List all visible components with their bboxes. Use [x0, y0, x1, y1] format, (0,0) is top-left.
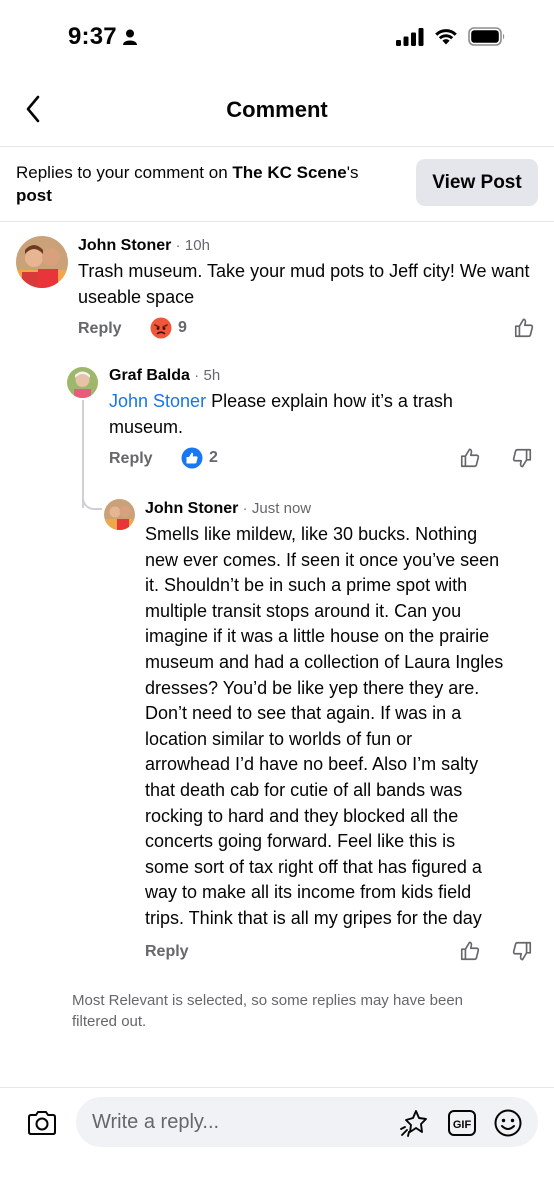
avatar[interactable] — [104, 499, 135, 530]
comment-line: new ever comes. If seen it once you’ve s… — [145, 549, 500, 570]
comment-time: 5h — [203, 367, 221, 384]
emoji-button[interactable] — [492, 1107, 524, 1139]
thumbs-down-icon — [512, 941, 532, 961]
gif-label: GIF — [453, 1119, 472, 1131]
comment-header: Graf Balda · 5h — [109, 367, 220, 385]
reaction-summary[interactable]: 2 — [181, 447, 218, 469]
banner-prefix: Replies to your comment on — [16, 163, 233, 182]
comment-line: dresses? You’d be like yep there they ar… — [145, 677, 480, 698]
emoji-icon — [494, 1109, 522, 1137]
status-bar: 9:37 — [0, 0, 554, 76]
comment-line: arrowhead I’d have no beef. Also I’m sal… — [145, 754, 479, 775]
thread-connector — [82, 490, 102, 510]
gif-button[interactable]: GIF — [446, 1107, 478, 1139]
comment-line: location similar to worlds of fun or — [145, 728, 413, 749]
comment-time: 10h — [184, 237, 210, 254]
reply-button[interactable]: Reply — [109, 450, 153, 468]
wifi-icon — [433, 27, 459, 51]
comment-line: trips. Think that is all my gripes for t… — [145, 907, 482, 928]
person-icon — [123, 29, 137, 50]
banner-suffix: 's — [346, 163, 359, 182]
thumbs-up-icon — [460, 448, 480, 468]
view-post-button[interactable]: View Post — [416, 159, 538, 206]
comment-line: Smells like mildew, like 30 bucks. Nothi… — [145, 524, 478, 544]
avatar[interactable] — [16, 236, 68, 288]
reply-button[interactable]: Reply — [78, 320, 122, 338]
separator: · — [194, 367, 200, 383]
avatar-photo — [104, 499, 135, 530]
reply-button[interactable]: Reply — [145, 943, 189, 961]
like-button[interactable] — [510, 314, 538, 342]
filter-note: Most Relevant is selected, so some repli… — [72, 992, 464, 1030]
page-title: Comment — [226, 97, 328, 122]
status-time: 9:37 — [68, 23, 117, 50]
comment-line: concerts going forward. Feel like this i… — [145, 831, 456, 852]
comment-header: John Stoner · 10h — [78, 237, 210, 255]
comment-text: Trash museum. Take your mud pots to Jeff… — [78, 261, 530, 307]
reaction-count: 9 — [178, 319, 187, 336]
comment-line: some sort of tax right off that has figu… — [145, 856, 482, 877]
reply-input[interactable] — [92, 1097, 382, 1147]
cellular-signal-icon — [396, 27, 424, 51]
sticker-icon — [400, 1110, 427, 1137]
comment-text: John Stoner Please explain how it’s a tr… — [109, 389, 529, 440]
thumbs-down-icon — [512, 448, 532, 468]
avatar-photo — [16, 236, 68, 288]
reaction-summary[interactable]: 9 — [150, 317, 187, 339]
banner-text: Replies to your comment on The KC Scene'… — [16, 161, 396, 207]
separator: · — [175, 237, 181, 253]
like-reaction-icon — [181, 447, 203, 469]
thumbs-up-icon — [514, 318, 534, 338]
mention-link[interactable]: John Stoner — [109, 391, 206, 411]
avatar-photo — [67, 367, 98, 398]
reply-box[interactable]: GIF — [76, 1097, 538, 1147]
comment-line: way to make all its income from kids fie… — [145, 882, 472, 903]
camera-button[interactable] — [26, 1107, 58, 1139]
like-button[interactable] — [456, 444, 484, 472]
battery-icon — [468, 27, 506, 51]
comment-author[interactable]: Graf Balda — [109, 367, 190, 384]
camera-icon — [28, 1111, 56, 1135]
dislike-button[interactable] — [508, 444, 536, 472]
comment-line: multiple transit stops around it. Can yo… — [145, 600, 462, 621]
avatar[interactable] — [67, 367, 98, 398]
replies-banner: Replies to your comment on The KC Scene'… — [0, 146, 554, 222]
gif-icon: GIF — [448, 1110, 476, 1136]
comment-line: it. Shouldn’t be in such a prime spot wi… — [145, 575, 468, 596]
nav-bar: Comment — [0, 80, 554, 140]
dislike-button[interactable] — [508, 937, 536, 965]
comment-header: John Stoner · Just now — [145, 500, 311, 518]
comment-author[interactable]: John Stoner — [78, 237, 171, 254]
comment-line: imagine if it was a little house on the … — [145, 626, 490, 647]
thumbs-up-icon — [460, 941, 480, 961]
comment-line: rocking to hard and they blocked all the — [145, 805, 459, 826]
comment-line: that death cab for cutie of all bands wa… — [145, 779, 463, 800]
reaction-count: 2 — [209, 449, 218, 466]
banner-page-name[interactable]: The KC Scene — [232, 163, 346, 182]
sticker-button[interactable] — [398, 1107, 430, 1139]
separator: · — [242, 500, 248, 516]
comment-author[interactable]: John Stoner — [145, 500, 238, 517]
like-button[interactable] — [456, 937, 484, 965]
comment-text: Smells like mildew, like 30 bucks. Nothi… — [145, 522, 550, 932]
comment-line: Don’t need to see that again. If was in … — [145, 703, 462, 724]
comment-time: Just now — [251, 500, 312, 517]
banner-post-word: post — [16, 186, 52, 205]
comment-line: museum and had a collection of Laura Ing… — [145, 651, 504, 672]
angry-reaction-icon — [150, 317, 172, 339]
